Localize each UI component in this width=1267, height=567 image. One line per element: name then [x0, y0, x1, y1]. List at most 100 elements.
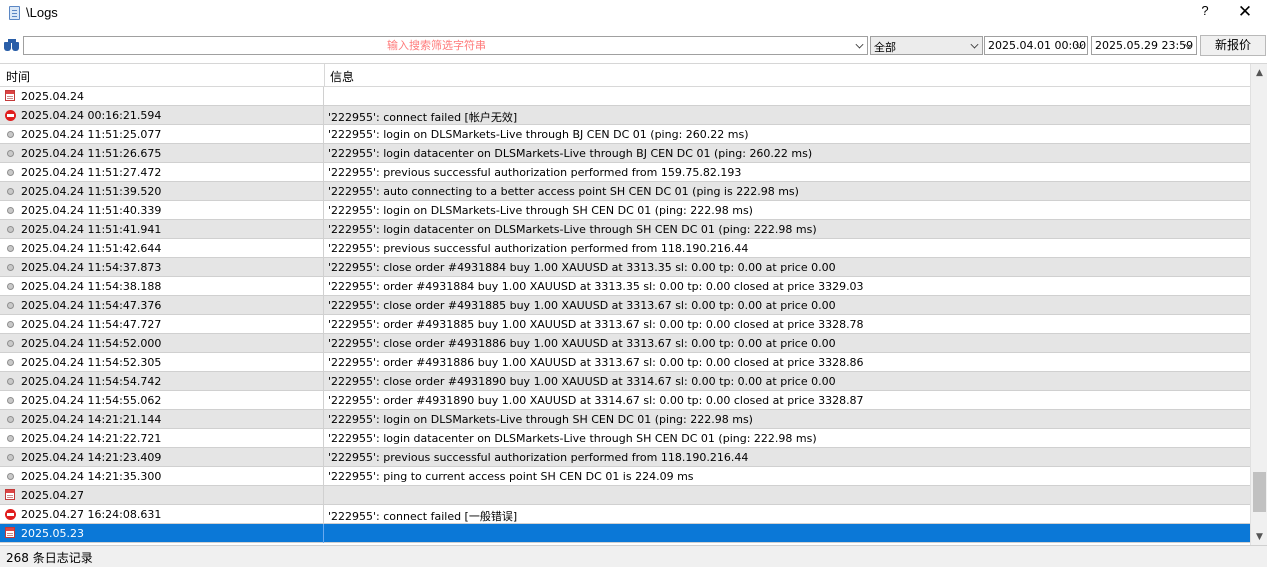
log-time: 2025.04.24 11:54:47.727 — [21, 318, 162, 331]
log-message: '222955': login on DLSMarkets-Live throu… — [328, 204, 753, 217]
calendar-icon — [5, 489, 15, 500]
status-bar: 268 条日志记录 — [0, 545, 1267, 567]
time-cell: 2025.04.24 11:54:55.062 — [0, 391, 324, 410]
table-row[interactable]: 2025.04.24 11:54:52.305 '222955': order #… — [0, 353, 1250, 372]
category-value: 全部 — [874, 41, 896, 54]
message-cell: '222955': login on DLSMarkets-Live throu… — [325, 410, 1250, 429]
chevron-down-icon[interactable] — [970, 40, 979, 49]
error-icon — [5, 509, 16, 520]
date-from-picker[interactable]: 2025.04.01 00:00 — [984, 36, 1088, 55]
log-message: '222955': connect failed [一般错误] — [328, 510, 518, 523]
message-cell: '222955': order #4931890 buy 1.00 XAUUSD… — [325, 391, 1250, 410]
table-row[interactable]: 2025.04.24 11:54:47.727 '222955': order #… — [0, 315, 1250, 334]
table-row[interactable]: 2025.04.27 16:24:08.631 '222955': connect… — [0, 505, 1250, 524]
table-row[interactable]: 2025.04.24 14:21:35.300 '222955': ping to… — [0, 467, 1250, 486]
close-button[interactable]: ✕ — [1236, 3, 1254, 21]
table-row[interactable]: 2025.04.24 11:54:37.873 '222955': close o… — [0, 258, 1250, 277]
table-row[interactable]: 2025.04.24 11:51:40.339 '222955': login o… — [0, 201, 1250, 220]
message-cell: '222955': login datacenter on DLSMarkets… — [325, 429, 1250, 448]
search-input[interactable] — [24, 37, 849, 54]
refresh-button[interactable]: 新报价 — [1200, 35, 1266, 56]
log-time: 2025.04.24 14:21:21.144 — [21, 413, 162, 426]
log-message: '222955': close order #4931886 buy 1.00 … — [328, 337, 836, 350]
info-dot-icon — [7, 150, 14, 157]
message-cell: '222955': login on DLSMarkets-Live throu… — [325, 125, 1250, 144]
table-row[interactable]: 2025.04.24 14:21:21.144 '222955': login o… — [0, 410, 1250, 429]
log-time: 2025.04.24 — [21, 90, 84, 103]
message-cell: '222955': login datacenter on DLSMarkets… — [325, 220, 1250, 239]
date-to-picker[interactable]: 2025.05.29 23:59 — [1091, 36, 1197, 55]
log-time: 2025.04.24 11:51:25.077 — [21, 128, 162, 141]
time-cell: 2025.04.24 11:51:39.520 — [0, 182, 324, 201]
time-cell: 2025.04.24 11:54:52.000 — [0, 334, 324, 353]
time-cell: 2025.04.24 11:51:26.675 — [0, 144, 324, 163]
table-row[interactable]: 2025.04.24 11:51:26.675 '222955': login d… — [0, 144, 1250, 163]
log-message: '222955': order #4931886 buy 1.00 XAUUSD… — [328, 356, 864, 369]
time-cell: 2025.04.24 11:51:40.339 — [0, 201, 324, 220]
log-message: '222955': connect failed [帐户无效] — [328, 111, 518, 124]
log-message: '222955': close order #4931885 buy 1.00 … — [328, 299, 836, 312]
log-time: 2025.04.24 11:51:40.339 — [21, 204, 162, 217]
message-cell: '222955': previous successful authorizat… — [325, 239, 1250, 258]
log-time: 2025.04.24 11:51:42.644 — [21, 242, 162, 255]
log-time: 2025.04.24 11:54:55.062 — [21, 394, 162, 407]
table-row[interactable]: 2025.04.24 11:51:39.520 '222955': auto co… — [0, 182, 1250, 201]
log-time: 2025.04.24 14:21:22.721 — [21, 432, 162, 445]
column-header-message[interactable]: 信息 — [330, 68, 354, 85]
log-message: '222955': login on DLSMarkets-Live throu… — [328, 413, 753, 426]
log-time: 2025.04.27 — [21, 489, 84, 502]
log-time: 2025.04.24 11:54:38.188 — [21, 280, 162, 293]
search-combobox[interactable] — [23, 36, 868, 55]
binoculars-icon[interactable] — [4, 38, 20, 52]
time-cell: 2025.04.24 11:51:41.941 — [0, 220, 324, 239]
table-row[interactable]: 2025.04.27 — [0, 486, 1250, 505]
scroll-down-arrow[interactable]: ▼ — [1251, 530, 1267, 544]
table-row[interactable]: 2025.05.23 — [0, 524, 1250, 543]
log-time: 2025.04.24 11:51:27.472 — [21, 166, 162, 179]
table-row[interactable]: 2025.04.24 11:54:55.062 '222955': order #… — [0, 391, 1250, 410]
date-to-value: 2025.05.29 23:59 — [1095, 39, 1194, 52]
column-divider[interactable] — [324, 64, 325, 87]
message-cell: '222955': login datacenter on DLSMarkets… — [325, 144, 1250, 163]
table-row[interactable]: 2025.04.24 00:16:21.594 '222955': connect… — [0, 106, 1250, 125]
message-cell: '222955': order #4931885 buy 1.00 XAUUSD… — [325, 315, 1250, 334]
table-row[interactable]: 2025.04.24 — [0, 87, 1250, 106]
scroll-thumb[interactable] — [1253, 472, 1266, 512]
info-dot-icon — [7, 169, 14, 176]
time-cell: 2025.04.27 16:24:08.631 — [0, 505, 324, 524]
help-button[interactable]: ? — [1196, 3, 1214, 21]
info-dot-icon — [7, 435, 14, 442]
message-cell: '222955': connect failed [帐户无效] — [325, 106, 1250, 125]
info-dot-icon — [7, 321, 14, 328]
message-cell: '222955': ping to current access point S… — [325, 467, 1250, 486]
log-time: 2025.04.24 14:21:23.409 — [21, 451, 162, 464]
time-cell: 2025.04.24 11:54:38.188 — [0, 277, 324, 296]
log-rows: 2025.04.24 2025.04.24 00:16:21.594 '222955… — [0, 87, 1250, 543]
table-row[interactable]: 2025.04.24 11:54:52.000 '222955': close o… — [0, 334, 1250, 353]
time-cell: 2025.04.24 11:54:52.305 — [0, 353, 324, 372]
table-row[interactable]: 2025.04.24 11:51:41.941 '222955': login d… — [0, 220, 1250, 239]
table-row[interactable]: 2025.04.24 11:51:42.644 '222955': previou… — [0, 239, 1250, 258]
message-cell: '222955': order #4931886 buy 1.00 XAUUSD… — [325, 353, 1250, 372]
info-dot-icon — [7, 416, 14, 423]
log-time: 2025.04.24 11:54:37.873 — [21, 261, 162, 274]
time-cell: 2025.04.24 14:21:21.144 — [0, 410, 324, 429]
table-row[interactable]: 2025.04.24 11:51:25.077 '222955': login o… — [0, 125, 1250, 144]
category-select[interactable]: 全部 — [870, 36, 983, 55]
table-row[interactable]: 2025.04.24 11:51:27.472 '222955': previou… — [0, 163, 1250, 182]
time-cell: 2025.04.24 11:54:37.873 — [0, 258, 324, 277]
info-dot-icon — [7, 359, 14, 366]
column-header-time[interactable]: 时间 — [6, 68, 30, 85]
scroll-up-arrow[interactable]: ▲ — [1251, 66, 1267, 80]
table-row[interactable]: 2025.04.24 14:21:22.721 '222955': login d… — [0, 429, 1250, 448]
vertical-scrollbar[interactable]: ▲ ▼ — [1250, 64, 1267, 546]
table-row[interactable]: 2025.04.24 14:21:23.409 '222955': previou… — [0, 448, 1250, 467]
table-row[interactable]: 2025.04.24 11:54:38.188 '222955': order #… — [0, 277, 1250, 296]
log-message: '222955': close order #4931884 buy 1.00 … — [328, 261, 836, 274]
info-dot-icon — [7, 131, 14, 138]
time-cell: 2025.04.24 14:21:35.300 — [0, 467, 324, 486]
table-row[interactable]: 2025.04.24 11:54:47.376 '222955': close o… — [0, 296, 1250, 315]
log-time: 2025.04.24 11:51:26.675 — [21, 147, 162, 160]
chevron-down-icon[interactable] — [855, 40, 864, 49]
table-row[interactable]: 2025.04.24 11:54:54.742 '222955': close o… — [0, 372, 1250, 391]
